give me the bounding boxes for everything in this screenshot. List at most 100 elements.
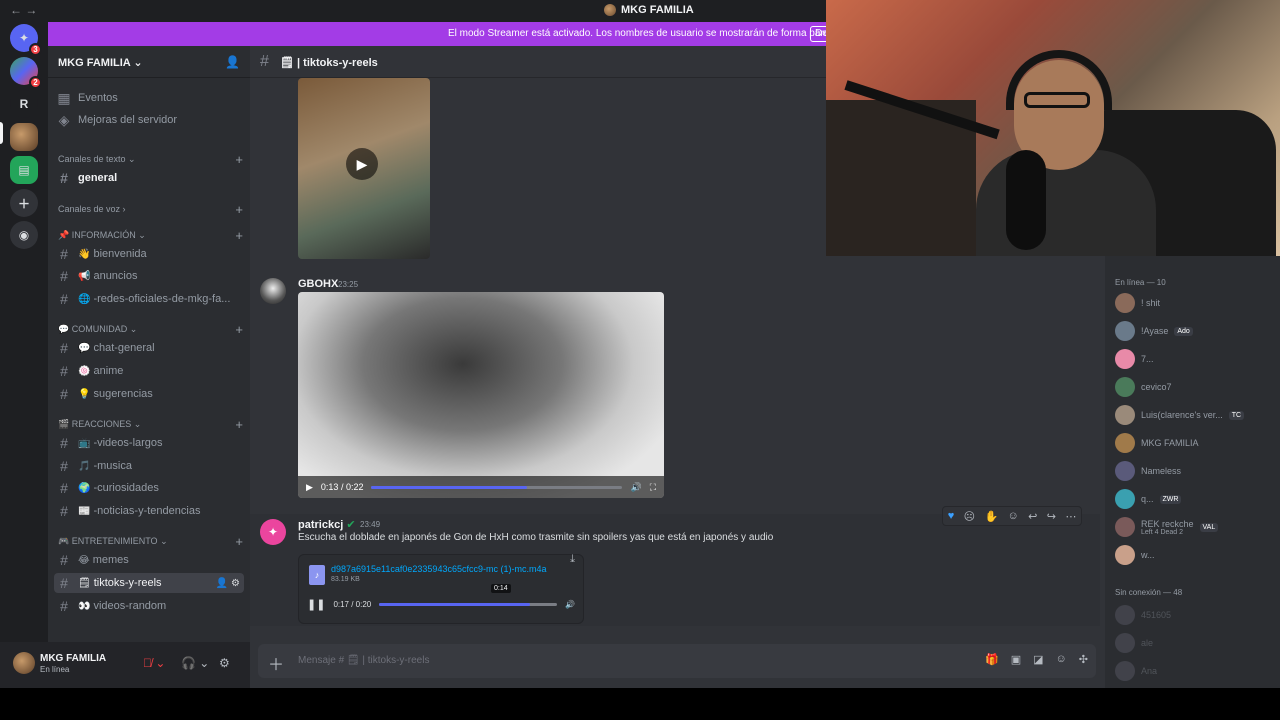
add-channel-icon[interactable]: + [235,152,243,167]
volume-icon[interactable]: 🔊 [565,600,575,609]
volume-icon[interactable]: 🔊 [630,482,641,493]
category-text-channels[interactable]: Canales de texto ⌄ + [58,152,243,167]
discord-avatar-icon[interactable]: ✦ [260,519,286,545]
category-reacciones[interactable]: 🎬 REACCIONES ⌄ + [58,417,243,432]
reply-icon[interactable]: ↩ [1028,510,1037,523]
streamer-mode-banner: El modo Streamer está activado. Los nomb… [48,22,842,46]
sidebar-item-events[interactable]: ▦ Eventos [54,88,244,108]
apps-icon[interactable]: ✣ [1079,653,1088,666]
channel-settings-icons[interactable]: 👤 ⚙ [216,578,240,589]
fullscreen-icon[interactable]: ⛶ [650,482,656,493]
add-reaction-icon[interactable]: ☺ [1008,510,1019,522]
category-informacion[interactable]: 📌 INFORMACIÓN ⌄ + [58,228,243,243]
add-channel-icon[interactable]: + [235,202,243,217]
headphones-icon[interactable]: 🎧 ⌄ [181,656,209,670]
attach-plus-icon[interactable]: ＋ [268,651,284,675]
emoji-icon[interactable]: ☺ [1056,653,1067,666]
channel-anime[interactable]: # 🍥 anime [54,361,244,381]
add-channel-icon[interactable]: + [235,228,243,243]
member-name: !Ayase [1141,326,1169,336]
audio-file-name[interactable]: d987a6915e11caf0e2335943c65cfcc9-mc (1)-… [331,564,546,574]
forward-icon[interactable]: ↪ [1047,510,1056,523]
add-channel-icon[interactable]: + [235,322,243,337]
discord-home-icon[interactable]: ✦ 3 [10,24,42,56]
message-author[interactable]: patrickcj ✔ [298,518,356,531]
member-item[interactable]: Luis(clarence's ver... TC [1115,404,1275,426]
nav-arrows[interactable]: ← → [10,3,37,17]
category-comunidad[interactable]: 💬 COMUNIDAD ⌄ + [58,322,243,337]
boost-icon: ◈ [58,111,70,128]
audio-file-icon: ♪ [309,565,325,585]
member-item[interactable]: Nameless [1115,460,1275,482]
member-item[interactable]: cevico7 [1115,376,1275,398]
server-icon-1[interactable]: 2 [10,57,42,89]
avatar [1115,377,1135,397]
more-icon[interactable]: ⋯ [1065,510,1076,523]
mute-mic-icon[interactable]: 🎙̸ ⌄ [143,656,165,670]
avatar [1115,661,1135,681]
member-item[interactable]: !Ayase Ado [1115,320,1275,342]
explore-icon[interactable]: ◉ [10,221,38,249]
channel-curiosidades[interactable]: # 🌍 -curiosidades [54,478,244,498]
channel-chat-general[interactable]: # 💬 chat-general [54,338,244,358]
category-entretenimiento[interactable]: 🎮 ENTRETENIMIENTO ⌄ + [58,534,243,549]
download-icon[interactable]: ⤓ [570,553,575,566]
member-item-offline[interactable]: 451605 [1115,604,1275,626]
clap-reaction-icon[interactable]: ✋ [984,510,998,523]
video-seekbar[interactable] [371,485,623,489]
message-input[interactable]: ＋ Mensaje # 🗒 | tiktoks-y-reels 🎁 ▣ ◪ ☺ … [258,644,1096,678]
channel-bienvenida[interactable]: # 👋 bienvenida [54,244,244,264]
member-item[interactable]: q... ZWR [1115,488,1275,510]
channel-noticias[interactable]: # 📰 -noticias-y-tendencias [54,501,244,521]
server-icon-r[interactable]: R [10,90,38,118]
channel-label: -videos-largos [93,437,163,449]
member-item[interactable]: REK reckche Left 4 Dead 2 VAL [1115,516,1275,538]
gift-icon[interactable]: 🎁 [985,653,999,666]
avatar[interactable] [13,652,35,674]
play-icon[interactable]: ▶ [306,482,313,493]
heart-reaction-icon[interactable]: ♥ [948,510,955,522]
message-author[interactable]: GBOHX [298,278,338,290]
channel-memes[interactable]: # 😂 memes [54,550,244,570]
member-item-offline[interactable]: Ana [1115,660,1275,682]
member-item-offline[interactable]: ale [1115,632,1275,654]
audio-seekbar[interactable] [379,602,558,606]
member-item[interactable]: w... [1115,544,1275,566]
add-server-icon[interactable]: ＋ [10,189,38,217]
sticker-icon[interactable]: ◪ [1033,653,1043,666]
tiktok-video-thumbnail[interactable]: ▶ [298,78,430,259]
gear-icon[interactable]: ⚙ [219,656,230,670]
channel-label: general [78,172,118,184]
channel-musica[interactable]: # 🎵 -musica [54,456,244,476]
invite-icon[interactable]: 👤 [225,55,240,69]
member-name: ale [1141,638,1154,648]
channel-videos-largos[interactable]: # 📺 -videos-largos [54,433,244,453]
channel-sugerencias[interactable]: # 💡 sugerencias [54,384,244,404]
avatar[interactable] [260,278,286,304]
play-icon[interactable]: ▶ [346,148,378,180]
member-item[interactable]: 7... [1115,348,1275,370]
category-voice-channels[interactable]: Canales de voz › + [58,202,243,217]
server-header[interactable]: MKG FAMILIA ⌄ 👤 [48,46,250,78]
pleading-reaction-icon[interactable]: ☹ [964,510,975,523]
member-item[interactable]: MKG FAMILIA [1115,432,1275,454]
video-player[interactable]: ▶ 0:13 / 0:22 🔊 ⛶ [298,292,664,498]
sidebar-item-boosts[interactable]: ◈ Mejoras del servidor [54,110,244,130]
pause-icon[interactable]: ❚❚ [307,598,325,611]
channel-redes[interactable]: # 🌐 -redes-oficiales-de-mkg-fa... [54,289,244,309]
gif-icon[interactable]: ▣ [1011,653,1021,666]
unread-badge: 2 [29,76,42,89]
audio-file-size: 83.19 KB [331,576,360,583]
channel-videos-random[interactable]: # 👀 videos-random [54,596,244,616]
channel-general[interactable]: # general [54,168,244,188]
webcam-overlay [826,0,1280,256]
server-icon-green[interactable]: ▤ [10,156,38,184]
add-channel-icon[interactable]: + [235,417,243,432]
channel-anuncios[interactable]: # 📢 anuncios [54,266,244,286]
member-item[interactable]: ! shit [1115,292,1275,314]
channel-label: memes [92,554,129,566]
channel-tiktoks[interactable]: # 🗒 tiktoks-y-reels 👤 ⚙ [54,573,244,593]
server-icon-mkg[interactable] [10,123,38,151]
add-channel-icon[interactable]: + [235,534,243,549]
user-panel: MKG FAMILIA En línea 🎙̸ ⌄ 🎧 ⌄ ⚙ [0,642,250,688]
